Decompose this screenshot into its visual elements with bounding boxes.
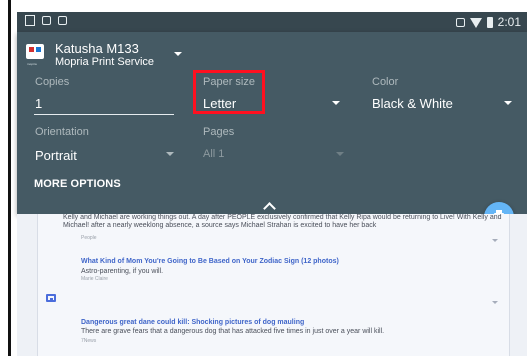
wifi-icon [469,17,482,28]
print-settings-panel: mopria Katusha M133 Mopria Print Service… [17,32,527,215]
story-3-text: There are grave fears that a dangerous d… [81,328,385,335]
screen-frame: 2:01 mopria Katusha M133 Mopria Print Se… [0,0,527,356]
printer-chevron-down-icon[interactable] [174,52,182,56]
orientation-label: Orientation [35,126,89,138]
mopria-logo-text: mopria [27,62,37,66]
story-3-source: 7News [81,338,97,344]
story-2-title[interactable]: What Kind of Mom You're Going to Be Base… [81,257,471,266]
battery-icon [486,16,493,28]
story-2-text: Astro-parenting, if you will. [81,268,164,275]
printer-service[interactable]: Mopria Print Service [55,56,154,68]
more-options-button[interactable]: MORE OPTIONS [34,178,121,190]
document-icon [58,16,67,25]
vibrate-icon [455,17,465,27]
color-select[interactable]: Black & White [372,96,453,111]
message-icon [42,16,51,25]
notification-icon [25,15,35,26]
color-label: Color [372,76,399,88]
story-1-source: People [81,235,97,241]
pages-select: All 1 [203,148,225,160]
story-3-title[interactable]: Dangerous great dane could kill: Shockin… [81,318,471,327]
story-1-text: Kelly and Michael are working things out… [63,214,502,229]
status-left-icons [25,15,67,26]
copies-label: Copies [35,76,70,88]
mopria-printer-logo-icon [26,44,44,59]
orientation-select[interactable]: Portrait [35,148,77,163]
paper-size-select[interactable]: Letter [203,96,236,111]
left-border [8,0,11,356]
paper-size-chevron-down-icon[interactable] [332,101,340,105]
background-webpage: Kelly and Michael are working things out… [17,214,527,356]
image-thumbnail-icon [46,294,56,302]
paper-size-label: Paper size [203,76,255,88]
row-chevron-down-icon[interactable] [492,239,498,242]
pages-chevron-down-icon [336,152,344,156]
row-chevron-down-icon[interactable] [492,301,498,304]
chevron-up-icon[interactable] [263,202,276,215]
story-2-source: Marie Claire [81,276,108,282]
status-time: 2:01 [497,15,521,29]
pages-label: Pages [203,126,235,138]
status-bar: 2:01 [17,12,527,32]
printer-name[interactable]: Katusha M133 [55,41,139,56]
copies-underline [34,114,174,115]
copies-input[interactable]: 1 [35,96,42,111]
status-right: 2:01 [455,15,521,29]
color-chevron-down-icon[interactable] [504,101,512,105]
orientation-chevron-down-icon[interactable] [166,152,174,156]
